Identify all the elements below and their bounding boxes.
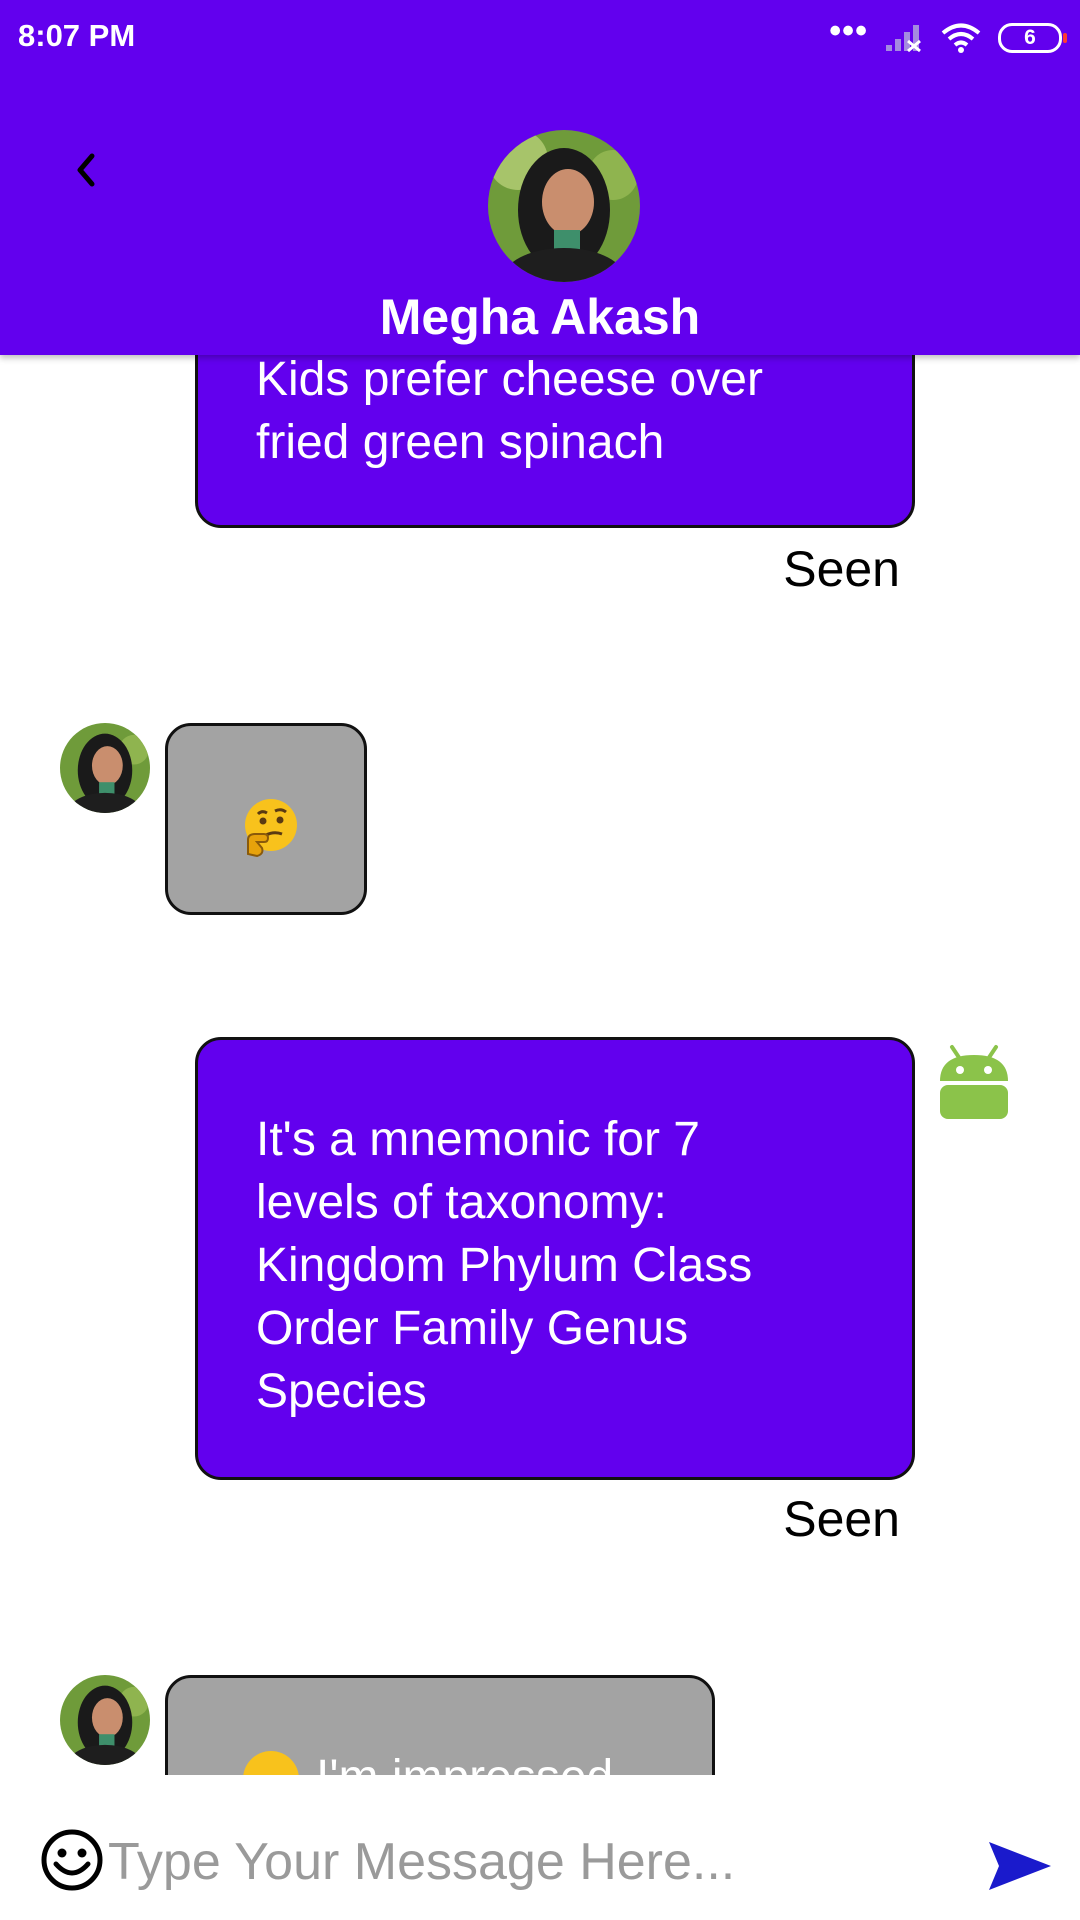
avatar-photo xyxy=(60,723,150,813)
chat-header: 8:07 PM ••• 6 Megha Akash xyxy=(0,0,1080,355)
battery-icon: 6 xyxy=(998,23,1067,53)
received-message-bubble[interactable]: I'm impressed xyxy=(165,1675,715,1775)
seen-status: Seen xyxy=(783,1491,900,1547)
smiley-icon xyxy=(41,1829,103,1891)
slightly-smiling-emoji-icon xyxy=(243,1751,299,1775)
message-text: I'm impressed xyxy=(316,1746,613,1775)
send-icon xyxy=(989,1842,1051,1890)
chevron-left-icon xyxy=(77,153,95,187)
message-list[interactable]: Kids prefer cheese over fried green spin… xyxy=(0,355,1080,1775)
received-message-bubble[interactable] xyxy=(165,723,367,915)
android-avatar-icon xyxy=(940,1045,1008,1119)
signal-icon xyxy=(886,25,921,53)
message-input[interactable] xyxy=(108,1822,968,1902)
seen-status: Seen xyxy=(783,541,900,597)
wifi-icon xyxy=(941,23,981,53)
status-icons: ••• 6 xyxy=(829,14,1067,58)
avatar-photo xyxy=(488,130,640,282)
sender-avatar[interactable] xyxy=(60,1675,150,1765)
back-button[interactable] xyxy=(55,140,115,200)
avatar-photo xyxy=(60,1675,150,1765)
contact-name: Megha Akash xyxy=(379,289,701,345)
thinking-face-emoji-icon xyxy=(245,799,297,858)
sender-avatar[interactable] xyxy=(60,723,150,813)
emoji-button[interactable] xyxy=(40,1828,104,1892)
message-text: It's a mnemonic for 7 levels of taxonomy… xyxy=(256,1113,753,1418)
sent-message-bubble[interactable]: It's a mnemonic for 7 levels of taxonomy… xyxy=(195,1037,915,1480)
sent-message-bubble[interactable]: Kids prefer cheese over fried green spin… xyxy=(195,355,915,528)
battery-level: 6 xyxy=(1024,26,1036,49)
send-button[interactable] xyxy=(985,1836,1055,1896)
message-text: Kids prefer cheese over fried green spin… xyxy=(256,355,763,469)
more-dots: ••• xyxy=(829,12,868,50)
contact-avatar[interactable] xyxy=(488,130,640,282)
status-time: 8:07 PM xyxy=(18,18,136,53)
